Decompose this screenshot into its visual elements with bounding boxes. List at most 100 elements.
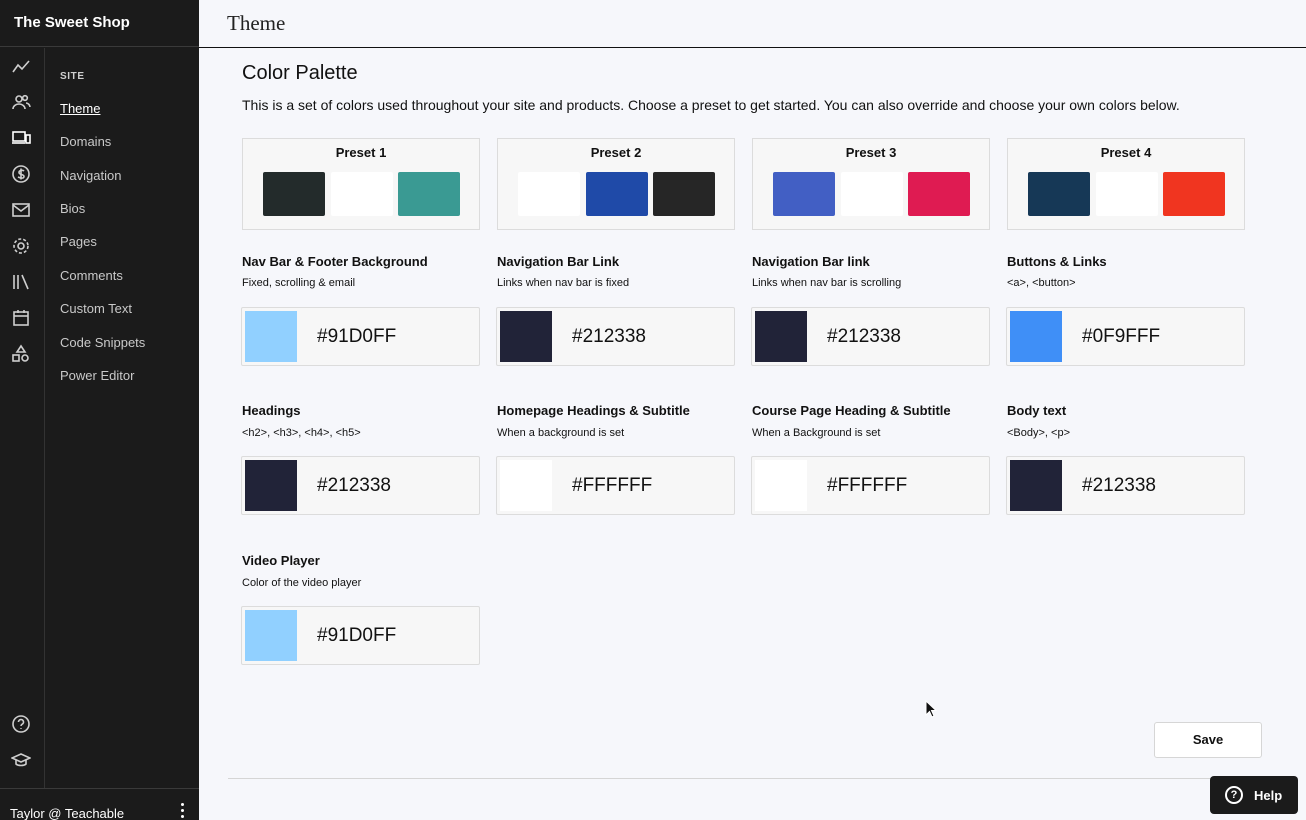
hex-value[interactable]: #212338 xyxy=(827,326,901,348)
preset-swatch xyxy=(1163,172,1225,216)
library-icon[interactable] xyxy=(10,271,32,293)
field-hint: Links when nav bar is fixed xyxy=(497,277,630,289)
color-picker-headings[interactable]: #212338 xyxy=(241,456,480,515)
preset-swatch xyxy=(1028,172,1090,216)
devices-icon[interactable] xyxy=(10,127,32,149)
field-hint: Color of the video player xyxy=(242,577,362,589)
preset-card-1[interactable]: Preset 1 xyxy=(242,138,480,230)
section-description: This is a set of colors used throughout … xyxy=(242,97,1180,113)
help-icon: ? xyxy=(1225,786,1243,804)
color-picker-nav-link-scrolling[interactable]: #212338 xyxy=(751,307,990,366)
color-picker-homepage-headings[interactable]: #FFFFFF xyxy=(496,456,735,515)
field-label-nav-footer-bg: Nav Bar & Footer Background xyxy=(242,254,428,269)
app-sidebar: The Sweet Shop SITE Theme Domains Naviga… xyxy=(0,0,199,820)
preset-card-3[interactable]: Preset 3 xyxy=(752,138,990,230)
preset-label: Preset 1 xyxy=(335,145,387,160)
preset-label: Preset 3 xyxy=(845,145,897,160)
user-name[interactable]: Taylor @ Teachable xyxy=(10,806,124,820)
hex-value[interactable]: #0F9FFF xyxy=(1082,326,1160,348)
preset-swatch xyxy=(908,172,970,216)
hex-value[interactable]: #FFFFFF xyxy=(827,475,907,497)
more-options-icon[interactable] xyxy=(178,803,186,820)
sidebar-item-bios[interactable]: Bios xyxy=(60,201,85,216)
color-chip xyxy=(245,460,297,511)
field-label-nav-link-fixed: Navigation Bar Link xyxy=(497,254,620,269)
dollar-icon[interactable] xyxy=(10,163,32,185)
field-label-course-heading: Course Page Heading & Subtitle xyxy=(752,403,951,418)
color-picker-body-text[interactable]: #212338 xyxy=(1006,456,1245,515)
mail-icon[interactable] xyxy=(10,199,32,221)
sidebar-item-code-snippets[interactable]: Code Snippets xyxy=(60,335,145,350)
field-hint: <a>, <button> xyxy=(1007,277,1076,289)
users-icon[interactable] xyxy=(10,91,32,113)
help-button[interactable]: ? Help xyxy=(1210,776,1298,814)
field-label-nav-link-scrolling: Navigation Bar link xyxy=(752,254,870,269)
color-chip xyxy=(755,460,807,511)
field-hint: When a background is set xyxy=(497,427,625,439)
field-label-headings: Headings xyxy=(242,403,301,418)
color-picker-buttons-links[interactable]: #0F9FFF xyxy=(1006,307,1245,366)
sidebar-item-navigation[interactable]: Navigation xyxy=(60,168,121,183)
graduation-cap-icon[interactable] xyxy=(10,749,32,771)
color-chip xyxy=(245,610,297,661)
preset-swatch xyxy=(331,172,393,216)
preset-swatch xyxy=(841,172,903,216)
preset-card-4[interactable]: Preset 4 xyxy=(1007,138,1245,230)
color-chip xyxy=(500,311,552,362)
color-chip xyxy=(1010,311,1062,362)
sidebar-item-pages[interactable]: Pages xyxy=(60,234,97,249)
section-title: Color Palette xyxy=(242,62,358,84)
preset-label: Preset 2 xyxy=(590,145,642,160)
color-picker-video-player[interactable]: #91D0FF xyxy=(241,606,480,665)
help-label: Help xyxy=(1254,788,1283,803)
help-circle-icon[interactable] xyxy=(10,713,32,735)
color-picker-nav-footer-bg[interactable]: #91D0FF xyxy=(241,307,480,366)
hex-value[interactable]: #212338 xyxy=(572,326,646,348)
mouse-cursor-icon xyxy=(925,700,937,718)
color-picker-course-heading[interactable]: #FFFFFF xyxy=(751,456,990,515)
field-label-video-player: Video Player xyxy=(242,553,320,568)
save-button[interactable]: Save xyxy=(1154,722,1262,758)
preset-swatch xyxy=(518,172,580,216)
preset-swatch xyxy=(263,172,325,216)
sidebar-item-theme[interactable]: Theme xyxy=(60,101,100,116)
divider xyxy=(228,778,1278,779)
user-footer: Taylor @ Teachable xyxy=(0,788,199,820)
color-chip xyxy=(500,460,552,511)
color-chip xyxy=(755,311,807,362)
preset-swatch xyxy=(1096,172,1158,216)
color-picker-nav-link-fixed[interactable]: #212338 xyxy=(496,307,735,366)
field-hint: <Body>, <p> xyxy=(1007,427,1070,439)
preset-swatch xyxy=(773,172,835,216)
shapes-icon[interactable] xyxy=(10,343,32,365)
preset-label: Preset 4 xyxy=(1100,145,1152,160)
preset-swatch xyxy=(398,172,460,216)
icon-rail xyxy=(0,48,45,788)
sidebar-item-comments[interactable]: Comments xyxy=(60,268,123,283)
preset-swatch xyxy=(586,172,648,216)
hex-value[interactable]: #212338 xyxy=(317,475,391,497)
brand-name[interactable]: The Sweet Shop xyxy=(0,0,199,47)
gear-icon[interactable] xyxy=(10,235,32,257)
page-title: Theme xyxy=(227,11,286,35)
sidebar-item-domains[interactable]: Domains xyxy=(60,134,111,149)
calendar-icon[interactable] xyxy=(10,307,32,329)
sidebar-item-custom-text[interactable]: Custom Text xyxy=(60,301,132,316)
submenu-heading: SITE xyxy=(60,71,85,82)
hex-value[interactable]: #91D0FF xyxy=(317,326,396,348)
field-hint: Fixed, scrolling & email xyxy=(242,277,356,289)
field-label-body-text: Body text xyxy=(1007,403,1067,418)
field-label-homepage-headings: Homepage Headings & Subtitle xyxy=(497,403,690,418)
field-hint: When a Background is set xyxy=(752,427,881,439)
sidebar-item-power-editor[interactable]: Power Editor xyxy=(60,368,134,383)
hex-value[interactable]: #91D0FF xyxy=(317,625,396,647)
hex-value[interactable]: #FFFFFF xyxy=(572,475,652,497)
preset-swatch xyxy=(653,172,715,216)
color-chip xyxy=(245,311,297,362)
color-chip xyxy=(1010,460,1062,511)
analytics-icon[interactable] xyxy=(10,56,32,78)
hex-value[interactable]: #212338 xyxy=(1082,475,1156,497)
field-label-buttons-links: Buttons & Links xyxy=(1007,254,1107,269)
field-hint: <h2>, <h3>, <h4>, <h5> xyxy=(242,427,361,439)
preset-card-2[interactable]: Preset 2 xyxy=(497,138,735,230)
